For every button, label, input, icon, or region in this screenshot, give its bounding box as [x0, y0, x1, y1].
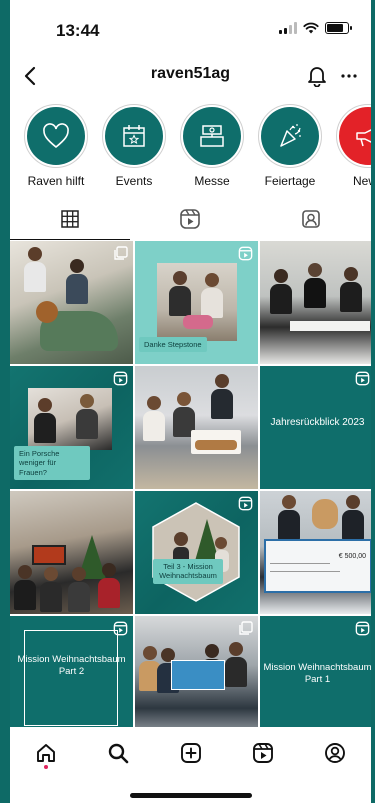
post-thumbnail[interactable]: [135, 616, 258, 739]
signal-icon: [279, 22, 297, 34]
notifications-button[interactable]: [303, 62, 331, 90]
highlight-label: News: [352, 174, 371, 188]
post-thumbnail[interactable]: [260, 241, 371, 364]
reels-badge-icon: [238, 246, 253, 261]
cheque-amount: € 500,00: [338, 553, 366, 560]
person-figure: [24, 247, 46, 292]
post-title: Jahresrückblick 2023: [270, 417, 365, 428]
teddy-bear: [312, 499, 338, 529]
phone-screen: 13:44 raven51ag Raven hilft Events Messe…: [10, 0, 371, 803]
post-thumbnail[interactable]: Danke Stepstone: [135, 241, 258, 364]
reels-badge-icon: [238, 496, 253, 511]
battery-icon: [325, 22, 352, 34]
reels-badge-icon: [113, 621, 128, 636]
nav-reels[interactable]: [227, 727, 299, 779]
highlight-events[interactable]: Events: [95, 104, 173, 188]
highlight-messe[interactable]: Messe: [173, 104, 251, 188]
post-thumbnail[interactable]: € 500,00: [260, 491, 371, 614]
post-thumbnail[interactable]: Mission Weihnachtsbaum Part 1: [260, 616, 371, 739]
reels-badge-icon: [355, 621, 370, 636]
search-icon: [109, 743, 129, 764]
megaphone-icon: [356, 129, 371, 147]
post-title: Mission Weihnachtsbaum Part 2: [17, 654, 126, 678]
profile-content-tabs: [10, 198, 371, 240]
status-time: 13:44: [56, 21, 100, 40]
home-icon: [37, 744, 56, 762]
reels-icon: [252, 743, 273, 763]
calendar-star-icon: [123, 125, 145, 147]
post-photo: [28, 388, 112, 450]
status-icons: [279, 22, 352, 34]
profile-header: raven51ag: [10, 56, 371, 96]
party-popper-icon: [280, 124, 301, 147]
highlight-feiertage[interactable]: Feiertage: [251, 104, 329, 188]
post-thumbnail[interactable]: [10, 241, 133, 364]
booth-icon: [200, 125, 224, 147]
post-caption: Ein Porsche weniger für Frauen?: [14, 446, 90, 481]
highlight-raven-hilft[interactable]: Raven hilft: [17, 104, 95, 188]
posts-grid: Danke Stepstone Ein Porsche weniger für …: [10, 241, 371, 739]
highlight-news[interactable]: News: [329, 104, 371, 188]
tagged-tab[interactable]: [251, 198, 371, 240]
plus-square-icon: [180, 743, 201, 763]
reels-icon: [180, 209, 201, 229]
cheque: [171, 660, 225, 690]
cheque: € 500,00: [264, 539, 371, 593]
reels-badge-icon: [355, 371, 370, 386]
highlight-label: Feiertage: [264, 174, 316, 188]
profile-icon: [324, 743, 345, 763]
post-photo: [157, 263, 237, 341]
post-thumbnail[interactable]: Jahresrückblick 2023: [260, 366, 371, 489]
person-figure: [66, 259, 88, 304]
fireplace-screen: [32, 545, 66, 565]
more-icon: [341, 74, 357, 78]
grid-tab[interactable]: [10, 198, 131, 240]
post-thumbnail[interactable]: Mission Weihnachtsbaum Part 2: [10, 616, 133, 739]
highlight-label: Events: [115, 174, 153, 188]
nav-create[interactable]: [154, 727, 226, 779]
bottom-navigation: [10, 727, 371, 779]
highlight-label: Messe: [194, 174, 230, 188]
post-thumbnail[interactable]: [135, 366, 258, 489]
post-thumbnail[interactable]: Teil 3 - Mission Weihnachtsbaum: [135, 491, 258, 614]
story-highlights: Raven hilft Events Messe Feiertage Ne: [10, 104, 371, 188]
notification-dot: [44, 765, 49, 769]
reels-tab[interactable]: [130, 198, 250, 240]
heart-icon: [43, 123, 69, 149]
grid-icon: [61, 210, 79, 228]
post-caption: Teil 3 - Mission Weihnachtsbaum: [153, 559, 223, 584]
nav-home[interactable]: [10, 727, 82, 779]
bell-icon: [308, 67, 326, 87]
post-thumbnail[interactable]: [10, 491, 133, 614]
post-caption: Danke Stepstone: [139, 337, 207, 353]
post-thumbnail[interactable]: Ein Porsche weniger für Frauen?: [10, 366, 133, 489]
status-bar: 13:44: [10, 0, 371, 56]
nav-search[interactable]: [82, 727, 154, 779]
wifi-icon: [303, 22, 319, 34]
multiple-photos-icon: [114, 246, 128, 260]
multiple-photos-icon: [239, 621, 253, 635]
post-title: Mission Weihnachtsbaum Part 1: [263, 662, 371, 686]
reels-badge-icon: [113, 371, 128, 386]
home-indicator: [130, 793, 252, 798]
highlight-label: Raven hilft: [27, 174, 85, 188]
tagged-user-icon: [302, 210, 320, 228]
nav-profile[interactable]: [299, 727, 371, 779]
more-options-button[interactable]: [335, 62, 363, 90]
